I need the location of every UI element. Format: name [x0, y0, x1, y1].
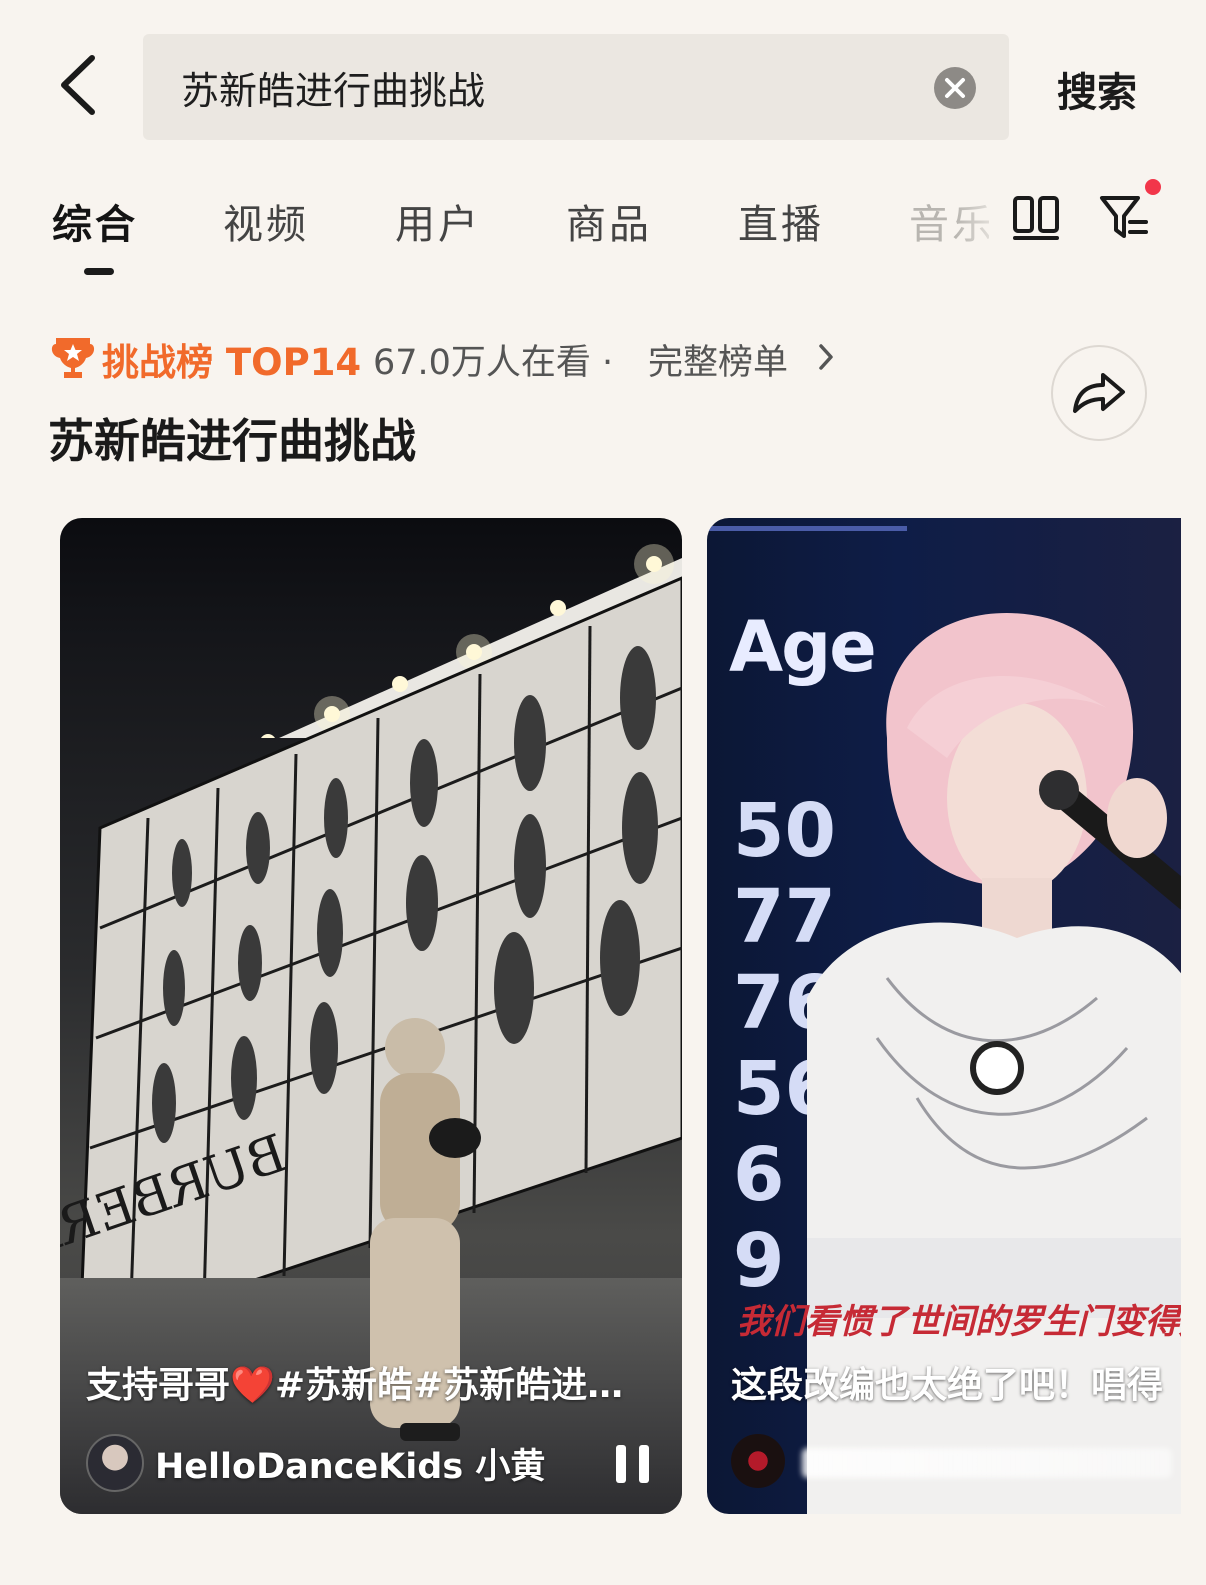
tab-users[interactable]: 用户: [395, 192, 481, 250]
video-caption: 这段改编也太绝了吧！唱得: [731, 1365, 1164, 1406]
clear-search-button[interactable]: [934, 67, 976, 109]
filter-icon: [1100, 196, 1148, 238]
pause-button[interactable]: [613, 1443, 653, 1485]
active-tab-indicator: [84, 268, 114, 275]
filter-notification-dot: [1145, 179, 1161, 195]
search-button[interactable]: 搜索: [1057, 60, 1137, 118]
share-icon: [1073, 373, 1125, 413]
trophy-icon: [51, 338, 95, 378]
clear-icon: [945, 78, 965, 98]
video-subtitle: 我们看惯了世间的罗生门变得好像阿: [737, 1302, 1181, 1342]
topic-title: 苏新皓进行曲挑战: [48, 414, 416, 468]
filter-button[interactable]: [1098, 192, 1150, 242]
ranking-viewers: 67.0万人在看 ·: [373, 343, 614, 383]
video-author-redacted: [802, 1448, 1172, 1478]
video-caption: 支持哥哥❤️#苏新皓#苏新皓进…: [86, 1365, 624, 1406]
avatar[interactable]: [731, 1434, 785, 1488]
top-bar: 搜索: [0, 0, 1206, 160]
screen-bar: [707, 526, 907, 531]
layout-toggle-button[interactable]: [1012, 195, 1060, 241]
video-card[interactable]: BURBERRY 支持哥哥❤️#苏新皓#苏新皓进… HelloDanceKids…: [60, 518, 682, 1514]
full-ranking-link[interactable]: 完整榜单: [648, 334, 788, 385]
video-author[interactable]: HelloDanceKids 小黄: [155, 1438, 545, 1489]
avatar[interactable]: [86, 1434, 144, 1492]
tab-comprehensive[interactable]: 综合: [52, 192, 138, 250]
chevron-right-icon: [819, 344, 833, 370]
tab-fade-overlay: [955, 180, 1010, 260]
share-button[interactable]: [1051, 345, 1147, 441]
chevron-left-icon: [61, 55, 95, 115]
challenge-ranking-row: 挑战榜 TOP14 67.0万人在看 · 完整榜单: [48, 332, 868, 385]
tab-products[interactable]: 商品: [566, 192, 652, 250]
video-card[interactable]: Age 50 77 76 56 6 9 我们看惯了世间的罗生门变得好像阿 这段改…: [707, 518, 1181, 1514]
search-input[interactable]: [181, 34, 921, 140]
tab-live[interactable]: 直播: [738, 192, 824, 250]
ranking-title: 挑战榜 TOP14: [102, 341, 362, 384]
grid-layout-icon: [1013, 196, 1059, 240]
back-button[interactable]: [52, 50, 112, 120]
pause-icon: [616, 1445, 649, 1483]
tab-video[interactable]: 视频: [223, 192, 309, 250]
search-box[interactable]: [143, 34, 1009, 140]
